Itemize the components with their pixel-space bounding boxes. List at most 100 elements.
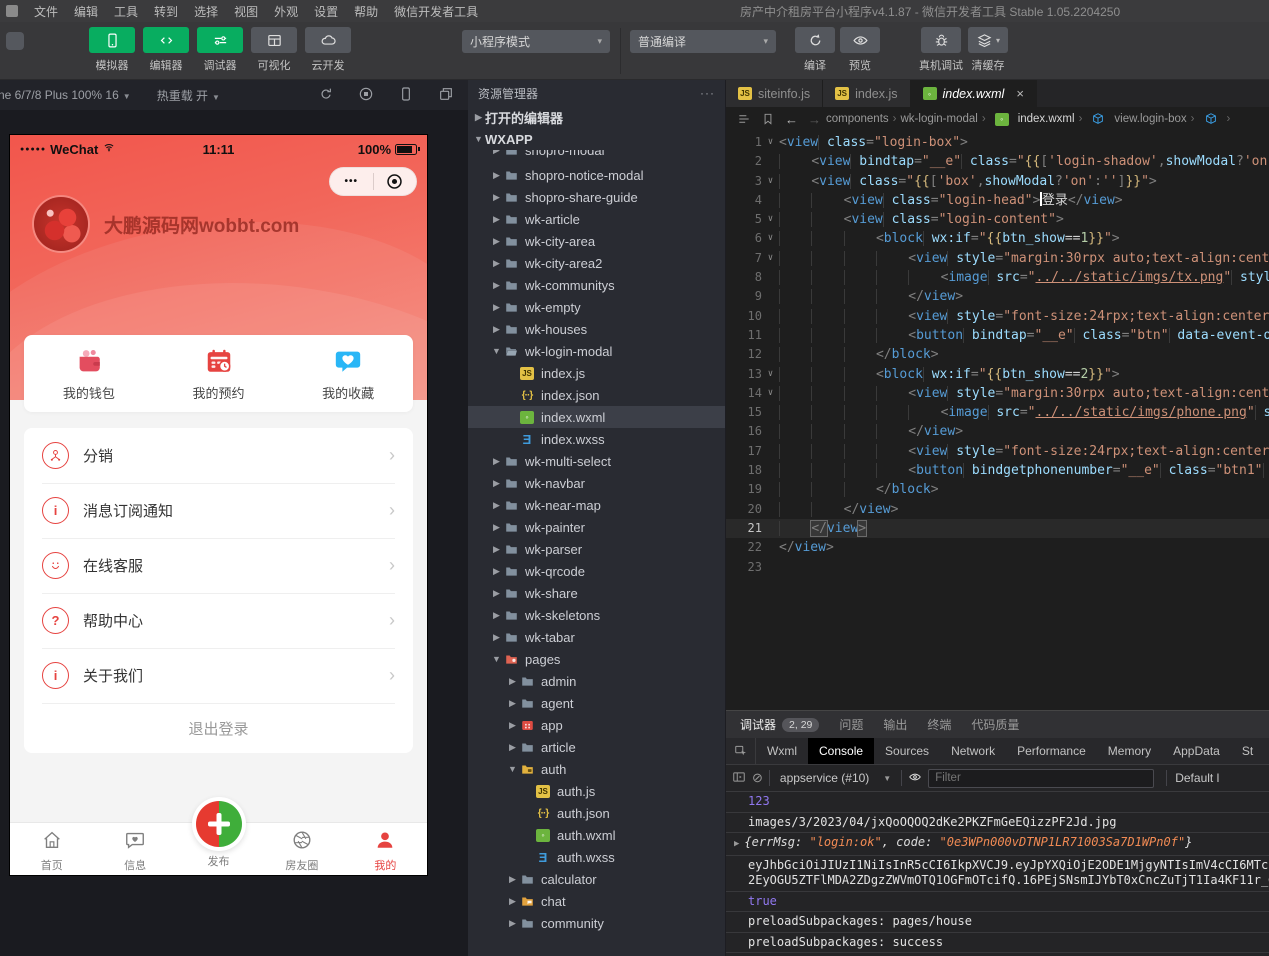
devtools-tab-St[interactable]: St bbox=[1231, 738, 1264, 764]
tree-item-article[interactable]: ▶article bbox=[468, 736, 725, 758]
debugger-tab-终端[interactable]: 终端 bbox=[927, 716, 951, 733]
code-line-7[interactable]: 7∨ <view style="margin:30rpx auto;text-a… bbox=[726, 249, 1269, 268]
code-line-17[interactable]: 17 <view style="font-size:24rpx;text-ali… bbox=[726, 442, 1269, 461]
tree-item-wk-city-area2[interactable]: ▶wk-city-area2 bbox=[468, 252, 725, 274]
code-line-12[interactable]: 12 </block> bbox=[726, 345, 1269, 364]
menu-item-微信开发者工具[interactable]: 微信开发者工具 bbox=[386, 3, 486, 20]
tree-item-index.js[interactable]: JSindex.js bbox=[468, 362, 725, 384]
code-line-13[interactable]: 13∨ <block wx:if="{{btn_show==2}}"> bbox=[726, 365, 1269, 384]
menu-item-转到[interactable]: 转到 bbox=[146, 3, 186, 20]
menu-item-设置[interactable]: 设置 bbox=[306, 3, 346, 20]
devtools-tab-Performance[interactable]: Performance bbox=[1006, 738, 1097, 764]
quick-item-我的预约[interactable]: 我的预约 bbox=[154, 346, 284, 402]
debugger-tab-问题[interactable]: 问题 bbox=[839, 716, 863, 733]
tree-item-agent[interactable]: ▶agent bbox=[468, 692, 725, 714]
close-icon[interactable]: × bbox=[1016, 86, 1024, 101]
devtools-tab-Console[interactable]: Console bbox=[808, 738, 874, 764]
可视化-toggle-button[interactable]: 可视化 bbox=[250, 27, 298, 73]
code-line-21[interactable]: 21 </view> bbox=[726, 519, 1269, 538]
more-actions-icon[interactable]: ··· bbox=[700, 86, 715, 100]
log-levels-select[interactable]: Default l bbox=[1175, 771, 1219, 785]
清缓存-button[interactable]: ▾清缓存 bbox=[968, 27, 1008, 73]
tree-item-index.json[interactable]: {··}index.json bbox=[468, 384, 725, 406]
eye-icon[interactable] bbox=[908, 770, 922, 787]
code-line-16[interactable]: 16 </view> bbox=[726, 422, 1269, 441]
menu-item-帮助[interactable]: 帮助 bbox=[346, 3, 386, 20]
breadcrumb-item-components[interactable]: components bbox=[826, 113, 889, 125]
device-frame-button[interactable] bbox=[398, 86, 414, 105]
capsule-menu[interactable]: ••• bbox=[329, 167, 417, 196]
profile-row[interactable]: 大鹏源码网wobbt.com bbox=[34, 197, 299, 251]
menu-item-消息订阅通知[interactable]: i消息订阅通知› bbox=[24, 483, 413, 538]
fold-chevron-icon[interactable]: ∨ bbox=[762, 172, 779, 191]
tab-信息[interactable]: 信息 bbox=[93, 823, 176, 875]
menu-item-工具[interactable]: 工具 bbox=[106, 3, 146, 20]
tree-item-wk-skeletons[interactable]: ▶wk-skeletons bbox=[468, 604, 725, 626]
调试器-toggle-button[interactable]: 调试器 bbox=[196, 27, 244, 73]
tree-section-WXAPP[interactable]: ▼WXAPP bbox=[468, 128, 725, 150]
tree-item-index.wxml[interactable]: ◦index.wxml bbox=[468, 406, 725, 428]
tree-item-wk-painter[interactable]: ▶wk-painter bbox=[468, 516, 725, 538]
fold-chevron-icon[interactable]: ∨ bbox=[762, 249, 779, 268]
devtools-tab-AppData[interactable]: AppData bbox=[1162, 738, 1231, 764]
code-line-4[interactable]: 4 <view class="login-head">登录</view> bbox=[726, 191, 1269, 210]
code-line-18[interactable]: 18 <button bindgetphonenumber="__e" clas… bbox=[726, 461, 1269, 480]
filter-input[interactable] bbox=[928, 769, 1154, 788]
breadcrumb-item-view.login-box[interactable]: view.login-box bbox=[1086, 112, 1186, 126]
tree-item-wk-login-modal[interactable]: ▼wk-login-modal bbox=[468, 340, 725, 362]
debugger-tab-调试器[interactable]: 调试器2, 29 bbox=[740, 716, 819, 733]
code-line-5[interactable]: 5∨ <view class="login-content"> bbox=[726, 210, 1269, 229]
devtools-tab-Memory[interactable]: Memory bbox=[1097, 738, 1162, 764]
back-arrow-icon[interactable]: ← bbox=[785, 112, 798, 127]
mode-select[interactable]: 小程序模式 ▾ bbox=[462, 30, 610, 53]
tree-item-app[interactable]: ▶app bbox=[468, 714, 725, 736]
code-line-20[interactable]: 20 </view> bbox=[726, 500, 1269, 519]
code-line-14[interactable]: 14∨ <view style="margin:30rpx auto;text-… bbox=[726, 384, 1269, 403]
console-row-3[interactable]: ▶{errMsg: "login:ok", code: "0e3WPn000vD… bbox=[726, 833, 1269, 856]
menu-item-帮助中心[interactable]: ?帮助中心› bbox=[24, 593, 413, 648]
stop-button[interactable] bbox=[358, 86, 374, 105]
menu-item-在线客服[interactable]: 在线客服› bbox=[24, 538, 413, 593]
code-line-10[interactable]: 10 <view style="font-size:24rpx;text-ali… bbox=[726, 307, 1269, 326]
tree-item-auth.wxml[interactable]: ◦auth.wxml bbox=[468, 824, 725, 846]
panel-toggle-icon[interactable] bbox=[732, 770, 746, 787]
code-line-6[interactable]: 6∨ <block wx:if="{{btn_show==1}}"> bbox=[726, 229, 1269, 248]
tree-item-wk-parser[interactable]: ▶wk-parser bbox=[468, 538, 725, 560]
tree-item-community[interactable]: ▶community bbox=[468, 912, 725, 934]
more-icon[interactable]: ••• bbox=[330, 176, 373, 187]
quick-item-我的收藏[interactable]: 我的收藏 bbox=[283, 346, 413, 402]
tree-item-wk-tabar[interactable]: ▶wk-tabar bbox=[468, 626, 725, 648]
menu-item-外观[interactable]: 外观 bbox=[266, 3, 306, 20]
editor-tab-index.wxml[interactable]: ◦index.wxml× bbox=[911, 80, 1037, 107]
context-select[interactable]: appservice (#10)▼ bbox=[776, 771, 895, 785]
编辑器-toggle-button[interactable]: 编辑器 bbox=[142, 27, 190, 73]
minimize-circle-icon[interactable] bbox=[374, 173, 417, 190]
tree-item-calculator[interactable]: ▶calculator bbox=[468, 868, 725, 890]
rotate-button[interactable] bbox=[318, 86, 334, 105]
tree-item-shopro-modal[interactable]: ▶shopro-modal bbox=[468, 150, 725, 164]
tree-item-auth.js[interactable]: JSauth.js bbox=[468, 780, 725, 802]
debugger-tab-代码质量[interactable]: 代码质量 bbox=[971, 716, 1019, 733]
tree-item-wk-qrcode[interactable]: ▶wk-qrcode bbox=[468, 560, 725, 582]
tree-item-index.wxss[interactable]: Ǝindex.wxss bbox=[468, 428, 725, 450]
tree-item-wk-houses[interactable]: ▶wk-houses bbox=[468, 318, 725, 340]
code-line-11[interactable]: 11 <button bindtap="__e" class="btn" dat… bbox=[726, 326, 1269, 345]
tree-item-auth[interactable]: ▼auth bbox=[468, 758, 725, 780]
tree-item-auth.wxss[interactable]: Ǝauth.wxss bbox=[468, 846, 725, 868]
code-line-23[interactable]: 23 bbox=[726, 558, 1269, 577]
预览-button[interactable]: 预览 bbox=[840, 27, 880, 73]
bookmark-icon[interactable] bbox=[761, 112, 775, 126]
multi-window-button[interactable] bbox=[438, 86, 454, 105]
tree-item-wk-article[interactable]: ▶wk-article bbox=[468, 208, 725, 230]
code-line-22[interactable]: 22</view> bbox=[726, 538, 1269, 557]
debugger-tab-输出[interactable]: 输出 bbox=[883, 716, 907, 733]
tree-item-wk-city-area[interactable]: ▶wk-city-area bbox=[468, 230, 725, 252]
editor-tab-siteinfo.js[interactable]: JSsiteinfo.js bbox=[726, 80, 823, 107]
editor-tab-index.js[interactable]: JSindex.js bbox=[823, 80, 910, 107]
tree-item-wk-navbar[interactable]: ▶wk-navbar bbox=[468, 472, 725, 494]
menu-item-选择[interactable]: 选择 bbox=[186, 3, 226, 20]
tree-item-chat[interactable]: ▶chat bbox=[468, 890, 725, 912]
fold-chevron-icon[interactable]: ∨ bbox=[762, 229, 779, 248]
tree-item-pages[interactable]: ▼pages bbox=[468, 648, 725, 670]
compile-mode-select[interactable]: 普通编译 ▾ bbox=[630, 30, 776, 53]
